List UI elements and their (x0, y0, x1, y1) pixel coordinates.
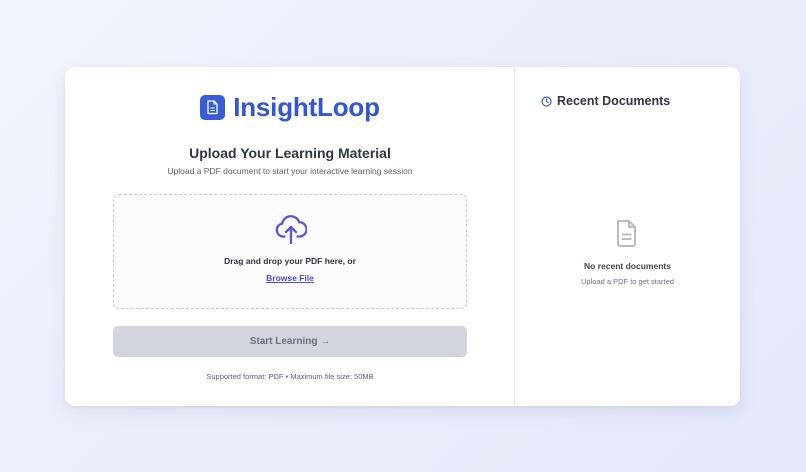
empty-state-title: No recent documents (584, 261, 671, 271)
brand-header: InsightLoop (65, 92, 515, 123)
dropzone-text: Drag and drop your PDF here, or (224, 256, 356, 266)
recent-documents-header: Recent Documents (541, 94, 670, 108)
supported-format-note: Supported format: PDF • Maximum file siz… (206, 372, 374, 381)
empty-state-subtitle: Upload a PDF to get started (581, 277, 674, 286)
start-learning-button[interactable]: Start Learning → (113, 326, 467, 357)
main-card: InsightLoop Upload Your Learning Materia… (65, 67, 740, 406)
upload-title: Upload Your Learning Material (189, 145, 391, 161)
browse-file-link[interactable]: Browse File (114, 273, 466, 283)
recent-documents-title: Recent Documents (557, 94, 671, 108)
file-dropzone[interactable]: Drag and drop your PDF here, or Browse F… (113, 194, 467, 309)
document-icon (617, 220, 636, 247)
clock-icon (541, 95, 552, 107)
cloud-upload-icon (275, 215, 307, 245)
brand-name: InsightLoop (233, 92, 380, 122)
upload-subtitle: Upload a PDF document to start your inte… (167, 166, 413, 176)
upload-panel: InsightLoop Upload Your Learning Materia… (65, 67, 515, 406)
recent-documents-panel: Recent Documents No recent documents Upl… (515, 67, 740, 406)
document-icon (200, 95, 226, 120)
